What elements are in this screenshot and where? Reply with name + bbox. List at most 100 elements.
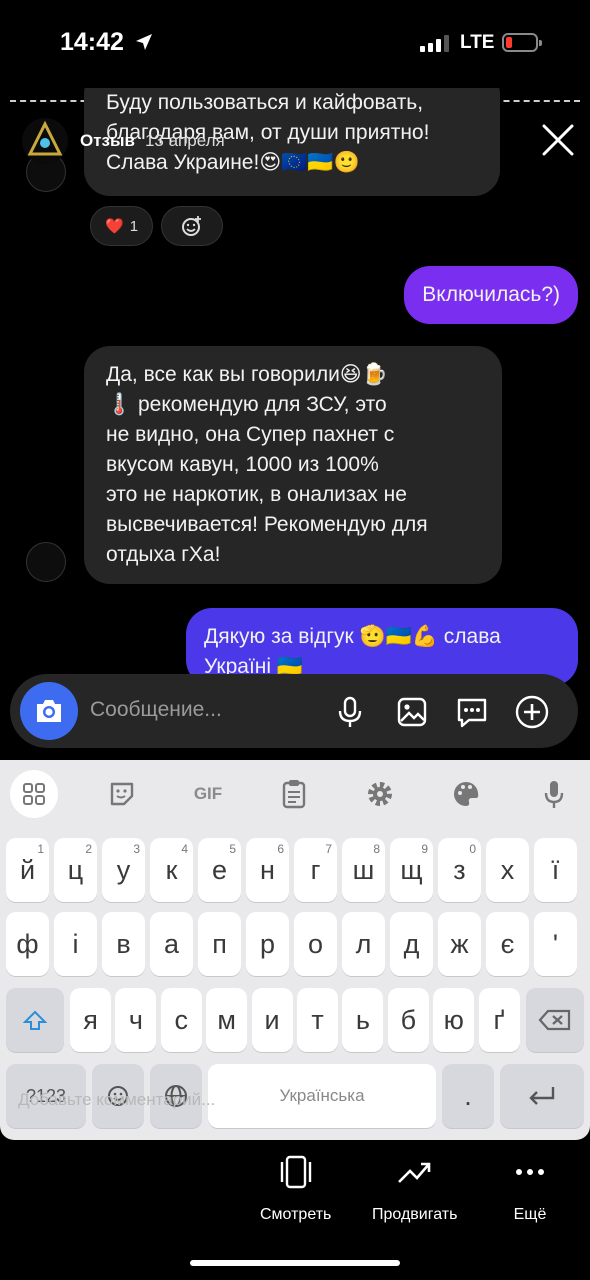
space-key[interactable]: Українська — [208, 1064, 436, 1128]
keyboard-row: ф і в а п р о л д ж є ' — [0, 912, 590, 986]
more-label: Ещё — [513, 1206, 547, 1223]
enter-key[interactable] — [500, 1064, 584, 1128]
key[interactable]: ї — [534, 838, 577, 902]
period-key[interactable]: . — [442, 1064, 494, 1128]
clipboard-icon[interactable] — [270, 772, 318, 816]
key-number-hint: 1 — [37, 842, 44, 856]
key[interactable]: щ9 — [390, 838, 433, 902]
key[interactable]: ш8 — [342, 838, 385, 902]
key-label: и — [264, 1004, 280, 1035]
key[interactable]: ґ — [478, 988, 520, 1052]
key[interactable]: і — [54, 912, 97, 976]
backspace-key[interactable] — [526, 988, 584, 1052]
gif-button[interactable]: GIF — [184, 772, 232, 816]
key-label: б — [400, 1004, 417, 1035]
mic-icon[interactable] — [530, 772, 578, 816]
key-label: у — [116, 854, 131, 885]
plus-icon[interactable] — [514, 694, 550, 730]
key[interactable]: и — [251, 988, 293, 1052]
reaction-count: 1 — [129, 217, 139, 235]
key[interactable]: ю — [433, 988, 475, 1052]
key[interactable]: ф — [6, 912, 49, 976]
key[interactable]: у3 — [102, 838, 145, 902]
promote-button[interactable]: Продвигать — [372, 1154, 457, 1224]
key[interactable]: я — [70, 988, 111, 1052]
home-indicator[interactable] — [190, 1260, 400, 1266]
key-label: з — [453, 854, 466, 885]
message-line: отдыха гХа! — [106, 543, 221, 566]
key[interactable]: є — [486, 912, 529, 976]
watch-label: Смотреть — [260, 1206, 332, 1223]
key-label: в — [116, 928, 131, 959]
gear-icon[interactable] — [356, 772, 404, 816]
comment-input[interactable]: Добавьте комментарий... — [18, 1090, 215, 1110]
sticker-icon[interactable] — [98, 772, 146, 816]
more-button[interactable]: Ещё — [512, 1154, 548, 1224]
sticker-chat-icon[interactable] — [454, 694, 490, 730]
story-username[interactable]: Отзыв — [80, 131, 135, 151]
key[interactable]: а — [150, 912, 193, 976]
add-reaction-button[interactable] — [161, 206, 224, 246]
key[interactable]: ц2 — [54, 838, 97, 902]
keyboard-toolbar: GIF — [0, 760, 590, 826]
status-time: 14:42 — [60, 28, 124, 56]
close-icon[interactable] — [540, 122, 576, 158]
shift-key[interactable] — [6, 988, 64, 1052]
key[interactable]: ч — [115, 988, 157, 1052]
key[interactable]: ь — [342, 988, 384, 1052]
key[interactable]: р — [246, 912, 289, 976]
camera-button[interactable] — [20, 682, 78, 740]
palette-icon[interactable] — [442, 772, 490, 816]
key[interactable]: к4 — [150, 838, 193, 902]
key-number-hint: 7 — [325, 842, 332, 856]
key[interactable]: ж — [438, 912, 481, 976]
camera-icon — [37, 700, 61, 722]
key-label: д — [403, 928, 420, 959]
key-label: м — [217, 1004, 236, 1035]
add-emoji-icon — [182, 216, 202, 236]
key[interactable]: ' — [534, 912, 577, 976]
key-number-hint: 3 — [133, 842, 140, 856]
key[interactable]: н6 — [246, 838, 289, 902]
incoming-message: Да, все как вы говорили😆🍺 🌡️ рекомендую … — [84, 346, 502, 584]
key-label: ь — [355, 1004, 370, 1035]
reaction-heart[interactable]: ❤️ 1 — [90, 206, 154, 246]
key[interactable]: о — [294, 912, 337, 976]
message-input[interactable]: Сообщение... — [90, 698, 222, 722]
key-label: л — [355, 928, 372, 959]
key[interactable]: з0 — [438, 838, 481, 902]
key[interactable]: б — [387, 988, 429, 1052]
message-line: вкусом кавун, 1000 из 100% — [106, 453, 379, 476]
key-number-hint: 4 — [181, 842, 188, 856]
key[interactable]: х — [486, 838, 529, 902]
key[interactable]: с — [160, 988, 202, 1052]
key[interactable]: л — [342, 912, 385, 976]
key-label: е — [211, 854, 228, 885]
status-bar: 14:42 LTE — [0, 0, 590, 88]
key[interactable]: д — [390, 912, 433, 976]
key-label: г — [310, 854, 321, 885]
message-line: это не наркотик, в онализах не — [106, 483, 407, 506]
watch-button[interactable]: Смотреть — [260, 1154, 331, 1224]
key[interactable]: м — [206, 988, 248, 1052]
key[interactable]: в — [102, 912, 145, 976]
story-header: Отзыв 13 апреля — [22, 118, 225, 164]
apps-grid-icon[interactable] — [10, 770, 58, 818]
key-label: ґ — [493, 1004, 505, 1035]
story-frame[interactable]: Отзыв 13 апреля Буду пользоваться и кайф… — [0, 88, 590, 1140]
heart-icon: ❤️ — [105, 218, 124, 235]
key[interactable]: й1 — [6, 838, 49, 902]
key-label: н — [260, 854, 275, 885]
message-line: Дякую за відгук 🫡🇺🇦💪 слава — [204, 625, 501, 648]
key[interactable]: е5 — [198, 838, 241, 902]
avatar[interactable] — [22, 118, 68, 164]
outgoing-message: Включилась?) — [404, 266, 578, 324]
key[interactable]: г7 — [294, 838, 337, 902]
mic-icon[interactable] — [332, 694, 368, 730]
key[interactable]: п — [198, 912, 241, 976]
gallery-icon[interactable] — [394, 694, 430, 730]
key-label: ш — [352, 854, 375, 885]
key[interactable]: т — [297, 988, 338, 1052]
key-label: ч — [128, 1004, 143, 1035]
message-line: Да, все как вы говорили😆🍺 — [106, 363, 388, 386]
